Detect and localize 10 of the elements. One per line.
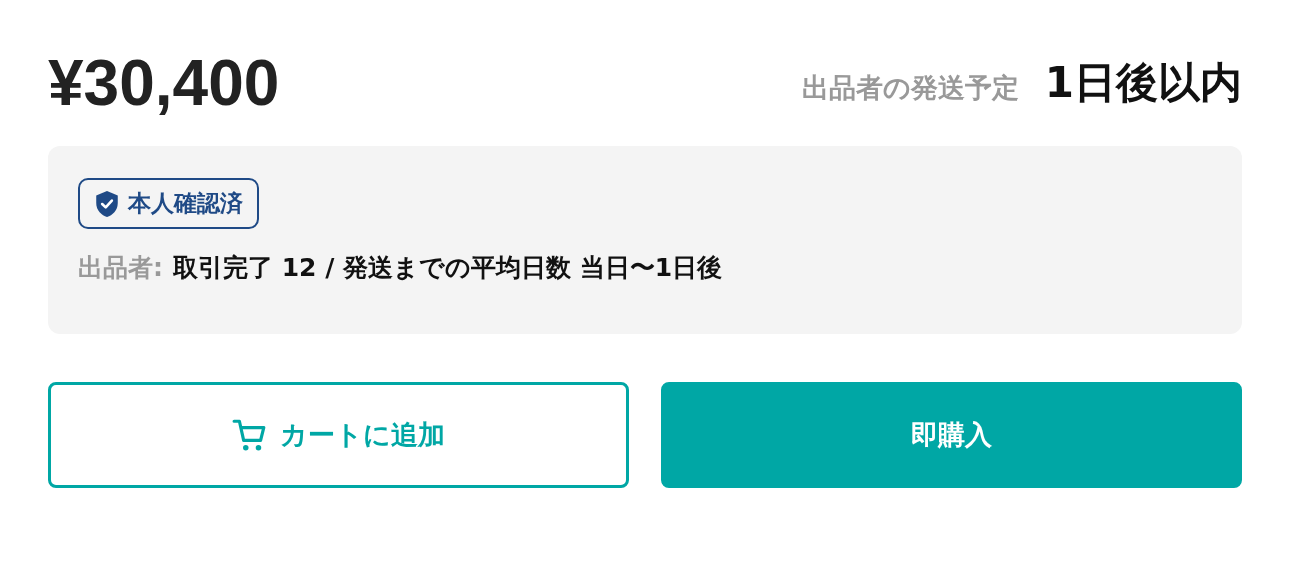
shipping-label: 出品者の発送予定 — [801, 71, 1019, 105]
price: ¥30,400 — [48, 46, 280, 120]
cart-icon — [232, 417, 268, 453]
shield-check-icon — [94, 189, 120, 218]
verified-badge: 本人確認済 — [78, 178, 259, 229]
add-to-cart-button[interactable]: カートに追加 — [48, 382, 629, 488]
buy-now-button[interactable]: 即購入 — [661, 382, 1242, 488]
seller-stats: 取引完了 12 / 発送までの平均日数 当日〜1日後 — [173, 252, 723, 284]
seller-label: 出品者: — [78, 252, 163, 284]
shipping-value: 1日後以内 — [1044, 57, 1242, 109]
